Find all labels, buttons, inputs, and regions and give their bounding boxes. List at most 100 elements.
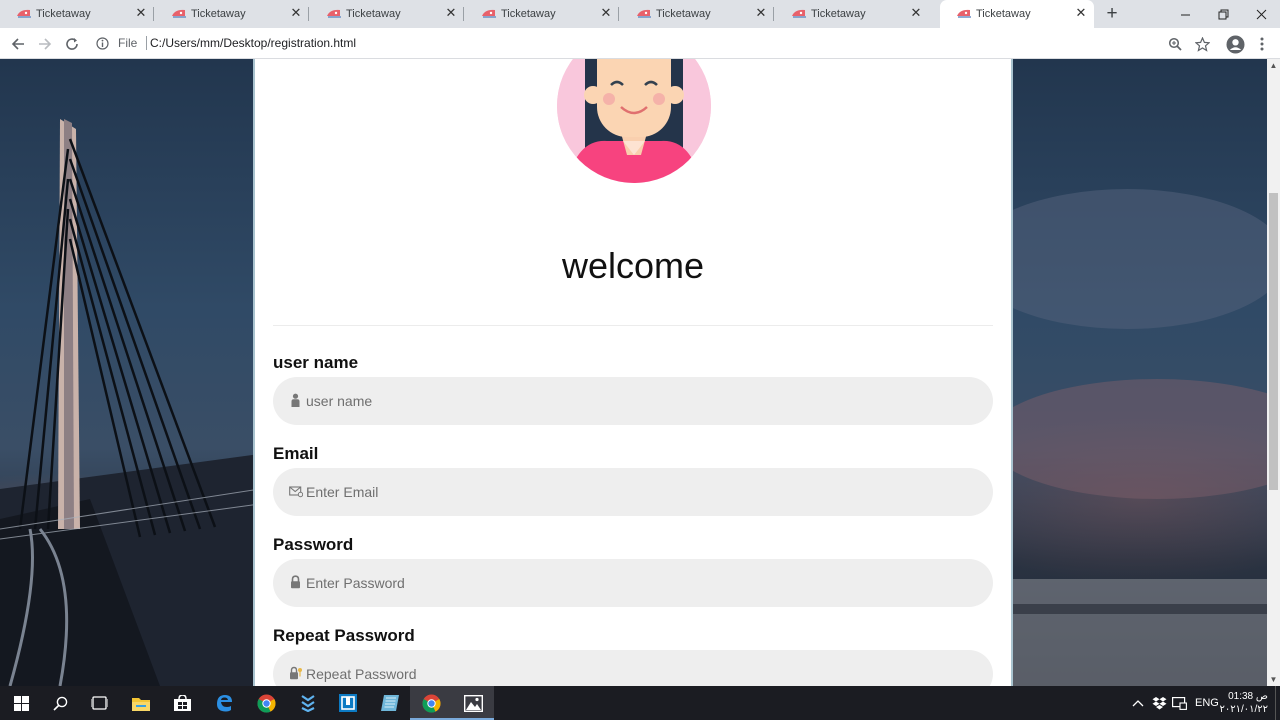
tab-title: Ticketaway (346, 8, 401, 20)
info-icon (96, 36, 109, 50)
password-placeholder: Enter Password (306, 575, 405, 591)
woman-avatar-icon (557, 59, 711, 183)
site-info[interactable]: File (96, 35, 148, 51)
tab-separator (618, 7, 619, 21)
chrome-icon[interactable] (410, 686, 452, 720)
username-label: user name (273, 353, 359, 372)
password-label: Password (273, 535, 354, 554)
task-view-icon[interactable] (78, 686, 120, 720)
tab-separator (773, 7, 774, 21)
browser-tab[interactable]: Ticketaway ✕ (310, 0, 464, 28)
reload-icon[interactable] (61, 33, 83, 55)
new-tab-plus-icon[interactable]: + (1102, 4, 1122, 24)
close-tab-icon[interactable]: ✕ (1075, 6, 1087, 19)
search-icon[interactable] (39, 686, 81, 720)
username-input[interactable]: user name (273, 377, 993, 425)
network-icon[interactable] (1172, 686, 1187, 720)
browser-tab[interactable]: Ticketaway ✕ (775, 0, 929, 28)
windows-taskbar: ENG 01:38 ص ٢٠٢١/٠١/٢٢ (0, 686, 1280, 720)
tab-separator (308, 7, 309, 21)
browser-toolbar: File C:/Users/mm/Desktop/registration.ht… (0, 28, 1280, 59)
zoom-icon[interactable] (1164, 33, 1186, 55)
back-icon[interactable] (7, 33, 29, 55)
clock-time: 01:38 ص (1228, 691, 1268, 702)
tab-title: Ticketaway (656, 8, 711, 20)
train-favicon-icon (792, 9, 806, 18)
tab-separator (463, 7, 464, 21)
user-icon (291, 393, 300, 407)
divider (273, 325, 993, 326)
clock-date: ٢٠٢١/٠١/٢٢ (1219, 704, 1268, 715)
scrollbar-thumb[interactable] (1269, 193, 1278, 490)
close-tab-icon[interactable]: ✕ (755, 6, 767, 19)
scroll-up-arrow-icon[interactable]: ▲ (1267, 59, 1280, 72)
dropbox-icon[interactable] (1152, 686, 1167, 720)
file-explorer-icon[interactable] (120, 686, 162, 720)
forward-icon[interactable] (34, 33, 56, 55)
lock-icon (291, 575, 300, 589)
train-favicon-icon (957, 9, 971, 18)
address-bar[interactable]: C:/Users/mm/Desktop/registration.html (150, 36, 356, 50)
profile-avatar-icon[interactable] (1224, 33, 1246, 55)
background-sky-image (1007, 189, 1267, 686)
tab-title: Ticketaway (191, 8, 246, 20)
repeat-password-input[interactable]: Repeat Password (273, 650, 993, 686)
browser-tab[interactable]: Ticketaway ✕ (155, 0, 309, 28)
menu-kebab-icon[interactable] (1251, 33, 1273, 55)
tab-separator (153, 7, 154, 21)
browser-tab[interactable]: Ticketaway ✕ (620, 0, 774, 28)
app-icon[interactable] (287, 686, 329, 720)
username-placeholder: user name (306, 393, 373, 409)
chrome-icon[interactable] (245, 686, 287, 720)
app-icon[interactable] (327, 686, 369, 720)
lock-key-icon (290, 666, 302, 680)
show-hidden-icons-chevron-icon[interactable] (1132, 686, 1144, 720)
close-tab-icon[interactable]: ✕ (445, 6, 457, 19)
bookmark-star-icon[interactable] (1191, 33, 1213, 55)
train-favicon-icon (637, 9, 651, 18)
tab-title: Ticketaway (501, 8, 556, 20)
minimize-icon[interactable] (1166, 0, 1204, 28)
repeat-password-placeholder: Repeat Password (306, 666, 417, 682)
registration-card: welcome user name user name Email Enter … (253, 59, 1013, 686)
avatar (557, 59, 711, 183)
train-favicon-icon (327, 9, 341, 18)
browser-tab[interactable]: Ticketaway ✕ (465, 0, 619, 28)
browser-tab[interactable]: Ticketaway ✕ (0, 0, 154, 28)
photos-icon[interactable] (452, 686, 494, 720)
scroll-down-arrow-icon[interactable]: ▼ (1267, 673, 1280, 686)
close-tab-icon[interactable]: ✕ (600, 6, 612, 19)
email-placeholder: Enter Email (306, 484, 379, 500)
scheme-label: File (118, 36, 138, 50)
page-scrollbar[interactable]: ▲ ▼ (1267, 59, 1280, 686)
envelope-icon (289, 486, 303, 498)
train-favicon-icon (482, 9, 496, 18)
page-viewport: welcome user name user name Email Enter … (0, 59, 1267, 686)
show-desktop-button[interactable] (1275, 686, 1276, 720)
start-icon[interactable] (0, 686, 42, 720)
notepad-icon[interactable] (369, 686, 411, 720)
email-input[interactable]: Enter Email (273, 468, 993, 516)
background-bridge-image (0, 119, 260, 686)
clock[interactable]: 01:38 ص ٢٠٢١/٠١/٢٢ (1219, 686, 1268, 720)
email-label: Email (273, 444, 319, 463)
welcome-heading: welcome (561, 245, 705, 286)
tab-title: Ticketaway (36, 8, 91, 20)
tab-title: Ticketaway (811, 8, 866, 20)
close-tab-icon[interactable]: ✕ (290, 6, 302, 19)
close-window-icon[interactable] (1242, 0, 1280, 28)
train-favicon-icon (172, 9, 186, 18)
tab-title: Ticketaway (976, 8, 1031, 20)
password-input[interactable]: Enter Password (273, 559, 993, 607)
browser-tab-active[interactable]: Ticketaway ✕ (940, 0, 1094, 28)
train-favicon-icon (17, 9, 31, 18)
repeat-password-label: Repeat Password (273, 626, 415, 645)
address-separator (146, 36, 148, 50)
language-indicator[interactable]: ENG (1195, 686, 1219, 720)
tab-strip: Ticketaway ✕ Ticketaway ✕ Ticketaway ✕ T… (0, 0, 1280, 28)
close-tab-icon[interactable]: ✕ (135, 6, 147, 19)
restore-icon[interactable] (1204, 0, 1242, 28)
edge-icon[interactable] (203, 686, 245, 720)
store-icon[interactable] (161, 686, 203, 720)
close-tab-icon[interactable]: ✕ (910, 6, 922, 19)
